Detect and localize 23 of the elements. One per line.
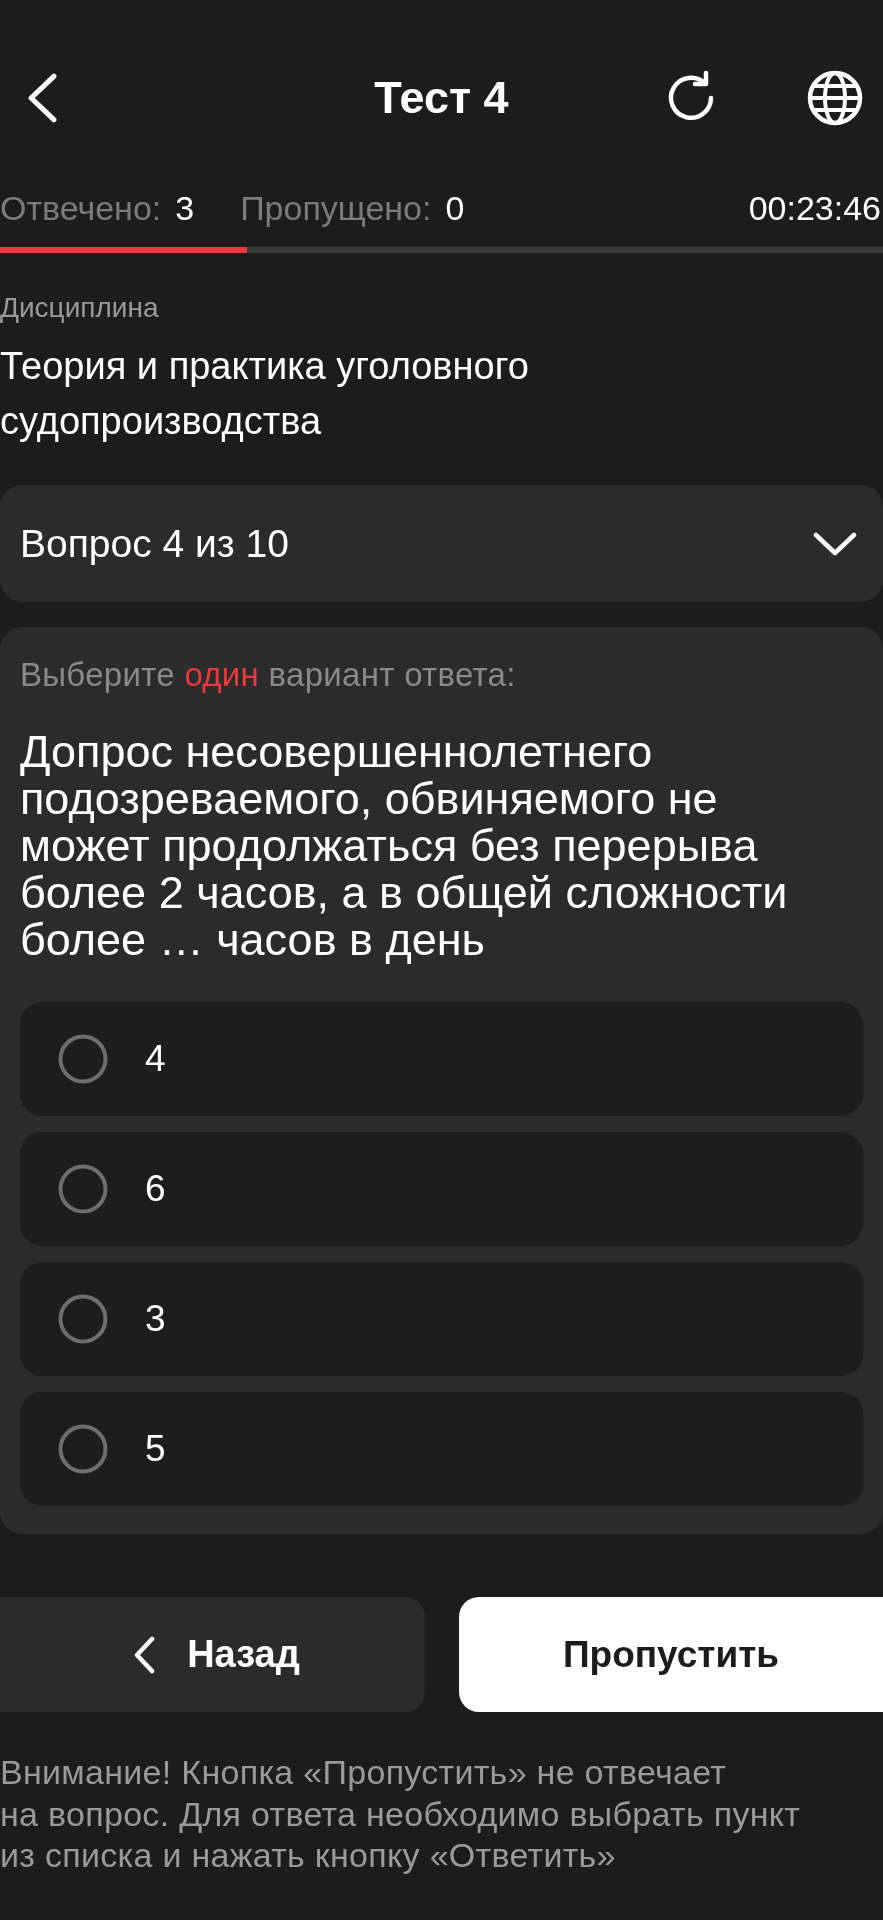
skip-button[interactable]: Пропустить	[459, 1597, 883, 1712]
skipped-label: Пропущено:	[240, 188, 432, 228]
answered-count: 3	[175, 188, 195, 228]
question-text: Допрос несовершеннолетнего подозреваемого, обвиняемого не может продолжаться без перерыва более 2 часов, а в общей сложности более … часов в день	[20, 728, 789, 963]
answer-option[interactable]: 6	[20, 1132, 863, 1246]
answer-option[interactable]: 5	[20, 1392, 863, 1506]
instruction-text: Выберите один вариант ответа:	[20, 657, 517, 693]
discipline-name: Теория и практика уголовного судопроизводства	[0, 344, 530, 444]
chevron-left-icon	[133, 1635, 156, 1674]
answered-label: Отвечено:	[0, 188, 162, 228]
language-button[interactable]	[807, 70, 863, 126]
discipline-label: Дисциплина	[0, 292, 160, 324]
globe-icon	[807, 70, 863, 126]
test-title: Тест 4	[374, 71, 509, 125]
answer-option[interactable]: 4	[20, 1002, 863, 1116]
answer-option[interactable]: 3	[20, 1262, 863, 1376]
skipped-count: 0	[445, 188, 465, 228]
back-step-button[interactable]: Назад	[0, 1597, 425, 1712]
notice-text: Внимание! Кнопка «Пропустить» не отвечает на вопрос. Для ответа необходимо выбрать пункт из списка и нажать кнопку «Ответить»	[0, 1752, 802, 1877]
back-button[interactable]	[27, 73, 58, 123]
question-picker[interactable]: Вопрос 4 из 10	[0, 485, 883, 602]
timer: 00:23:46	[748, 188, 882, 228]
chevron-left-icon	[27, 73, 58, 123]
